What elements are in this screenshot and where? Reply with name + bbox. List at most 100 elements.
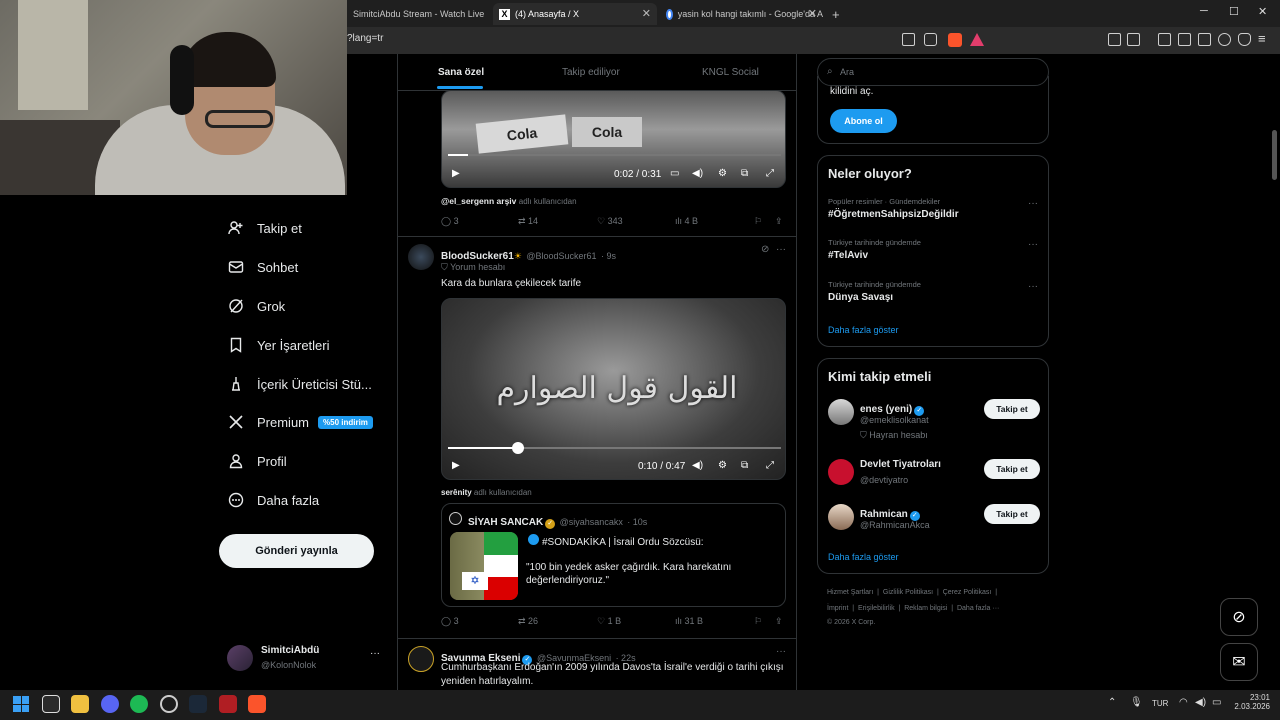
volume-icon[interactable]: ◀) bbox=[692, 460, 703, 471]
brave-browser-icon[interactable] bbox=[248, 695, 266, 713]
account-switcher[interactable]: SimitciAbdü @KolonNolok ··· bbox=[227, 645, 387, 675]
fullscreen-icon[interactable]: ⤢ bbox=[766, 460, 774, 471]
footer-link[interactable]: İmprint bbox=[827, 605, 848, 612]
tab-for-you[interactable]: Sana özel bbox=[438, 67, 484, 78]
wifi-icon[interactable]: ◠ bbox=[1179, 697, 1188, 708]
volume-icon[interactable]: ◀) bbox=[1195, 697, 1206, 708]
brave-shield-icon[interactable] bbox=[948, 33, 962, 47]
extensions-icon[interactable] bbox=[1108, 33, 1121, 46]
spotify-icon[interactable] bbox=[130, 695, 148, 713]
video-progress-bar[interactable] bbox=[448, 447, 781, 449]
trend-item[interactable]: Türkiye tarihinde gündemde #TelAviv bbox=[828, 238, 921, 261]
settings-icon[interactable]: ⚙ bbox=[718, 168, 727, 179]
video-progress-bar[interactable] bbox=[448, 154, 781, 156]
play-icon[interactable]: ▶ bbox=[452, 168, 460, 179]
grok-icon[interactable]: ⊘ bbox=[761, 244, 769, 255]
tab-kngl-social[interactable]: KNGL Social bbox=[702, 67, 759, 78]
follow-button[interactable]: Takip et bbox=[984, 504, 1040, 524]
views-button[interactable]: ılı 31 B bbox=[675, 616, 703, 626]
account-more-icon[interactable]: ··· bbox=[370, 648, 380, 659]
attribution-name[interactable]: serênity bbox=[441, 488, 472, 497]
new-tab-button[interactable]: + bbox=[826, 3, 846, 25]
footer-link[interactable]: Daha fazla ··· bbox=[957, 605, 999, 612]
footer-link[interactable]: Gizlilik Politikası bbox=[883, 589, 933, 596]
messages-fab-icon[interactable]: ✉ bbox=[1220, 643, 1258, 681]
footer-link[interactable]: Hizmet Şartları bbox=[827, 589, 873, 596]
bookmark-icon[interactable]: ⚐ bbox=[754, 216, 762, 227]
file-explorer-icon[interactable] bbox=[71, 695, 89, 713]
brave-rewards-icon[interactable] bbox=[970, 33, 984, 46]
reply-button[interactable]: ◯ 3 bbox=[441, 216, 459, 227]
microphone-icon[interactable]: 🎙 bbox=[1130, 697, 1143, 708]
settings-icon[interactable]: ⚙ bbox=[718, 460, 727, 471]
play-icon[interactable]: ▶ bbox=[452, 460, 460, 471]
sidebar-item-more[interactable]: Daha fazla bbox=[228, 492, 319, 508]
sidebar-item-chat[interactable]: Sohbet bbox=[228, 259, 298, 275]
tray-chevron-icon[interactable]: ⌃ bbox=[1108, 697, 1116, 708]
trend-item[interactable]: Popüler resimler · Gündemdekiler #Öğretm… bbox=[828, 197, 959, 220]
url-field[interactable]: ?lang=tr bbox=[347, 33, 383, 44]
tab-x-home[interactable]: X (4) Anasayfa / X ✕ bbox=[493, 3, 657, 25]
who-show-more-link[interactable]: Daha fazla göster bbox=[828, 552, 899, 562]
wallet-icon[interactable] bbox=[1127, 33, 1140, 46]
post-button[interactable]: Gönderi yayınla bbox=[219, 534, 374, 568]
follow-suggestion[interactable]: enes (yeni) ✓ @emeklisolkanat ⛉ Hayran he… bbox=[828, 397, 1040, 440]
avatar[interactable] bbox=[408, 244, 434, 270]
tab-following[interactable]: Takip ediliyor bbox=[562, 67, 620, 78]
pip-icon[interactable]: ⧉ bbox=[741, 168, 748, 179]
share-icon[interactable] bbox=[924, 33, 937, 46]
more-icon[interactable]: ··· bbox=[776, 244, 786, 255]
footer-link[interactable]: Erişilebilirlik bbox=[858, 605, 895, 612]
chatgpt-icon[interactable] bbox=[160, 695, 178, 713]
like-button[interactable]: ♡ 343 bbox=[597, 216, 623, 227]
like-button[interactable]: ♡ 1 B bbox=[597, 616, 621, 627]
captions-icon[interactable]: ▭ bbox=[670, 168, 679, 179]
author-name[interactable]: BloodSucker61 bbox=[441, 251, 514, 262]
sidebar-item-profile[interactable]: Profil bbox=[228, 453, 287, 469]
avatar[interactable] bbox=[408, 646, 434, 672]
close-window-button[interactable]: ✕ bbox=[1258, 5, 1267, 18]
sidebar-item-grok[interactable]: Grok bbox=[228, 298, 285, 314]
clock[interactable]: 23:01 2.03.2026 bbox=[1232, 693, 1270, 711]
repost-button[interactable]: ⇄ 14 bbox=[518, 216, 538, 227]
media-icon[interactable] bbox=[1158, 33, 1171, 46]
reply-button[interactable]: ◯ 3 bbox=[441, 616, 459, 627]
trend-more-icon[interactable]: ··· bbox=[1028, 281, 1038, 292]
wallet-2-icon[interactable] bbox=[1198, 33, 1211, 46]
menu-icon[interactable]: ≡ bbox=[1258, 31, 1266, 46]
tab-google[interactable]: yasin kol hangi takımlı - Google'da A ✕ bbox=[660, 3, 823, 25]
start-icon[interactable] bbox=[13, 696, 29, 712]
trends-show-more-link[interactable]: Daha fazla göster bbox=[828, 325, 899, 335]
footer-link[interactable]: Reklam bilgisi bbox=[904, 605, 947, 612]
video-scrubber-knob[interactable] bbox=[511, 442, 524, 454]
sidebar-item-creator-studio[interactable]: İçerik Üreticisi Stü... bbox=[228, 376, 372, 392]
volume-icon[interactable]: ◀) bbox=[692, 168, 703, 179]
bookmark-icon[interactable]: ⚐ bbox=[754, 616, 762, 627]
app-icon[interactable] bbox=[219, 695, 237, 713]
fullscreen-icon[interactable]: ⤢ bbox=[766, 168, 774, 179]
quoted-post[interactable]: SİYAH SANCAK ✓ @siyahsancakx · 10s ✡ #SON… bbox=[441, 503, 786, 607]
follow-suggestion[interactable]: Devlet Tiyatroları @devtiyatro Takip et bbox=[828, 457, 1040, 489]
page-scrollbar[interactable] bbox=[1272, 130, 1277, 180]
leo-icon[interactable] bbox=[1218, 33, 1231, 46]
views-button[interactable]: ılı 4 B bbox=[675, 216, 698, 226]
grok-fab-icon[interactable]: ⊘ bbox=[1220, 598, 1258, 636]
share-icon[interactable]: ⇪ bbox=[775, 216, 783, 227]
attribution-name[interactable]: @el_sergenn arşiv bbox=[441, 196, 516, 206]
follow-suggestion[interactable]: Rahmican ✓ @RahmicanAkca Takip et bbox=[828, 502, 1040, 534]
tab-stream[interactable]: SimitciAbdu Stream - Watch Live on bbox=[347, 3, 487, 25]
store-icon[interactable] bbox=[42, 695, 60, 713]
sidebar-item-premium[interactable]: Premium %50 indirim bbox=[228, 414, 373, 430]
minimize-button[interactable]: ─ bbox=[1200, 5, 1208, 17]
share-icon[interactable]: ⇪ bbox=[775, 616, 783, 627]
trend-more-icon[interactable]: ··· bbox=[1028, 198, 1038, 209]
trend-item[interactable]: Türkiye tarihinde gündemde Dünya Savaşı bbox=[828, 280, 921, 303]
author-handle[interactable]: @BloodSucker61 bbox=[526, 251, 596, 261]
vpn-shield-icon[interactable] bbox=[1238, 33, 1251, 46]
more-icon[interactable]: ··· bbox=[776, 646, 786, 657]
sidebar-item-follow[interactable]: Takip et bbox=[228, 220, 302, 236]
pip-icon[interactable]: ⧉ bbox=[741, 460, 748, 471]
language-indicator[interactable]: TUR bbox=[1152, 699, 1168, 708]
close-tab-icon[interactable]: ✕ bbox=[808, 7, 817, 20]
footer-link[interactable]: Çerez Politikası bbox=[943, 589, 992, 596]
